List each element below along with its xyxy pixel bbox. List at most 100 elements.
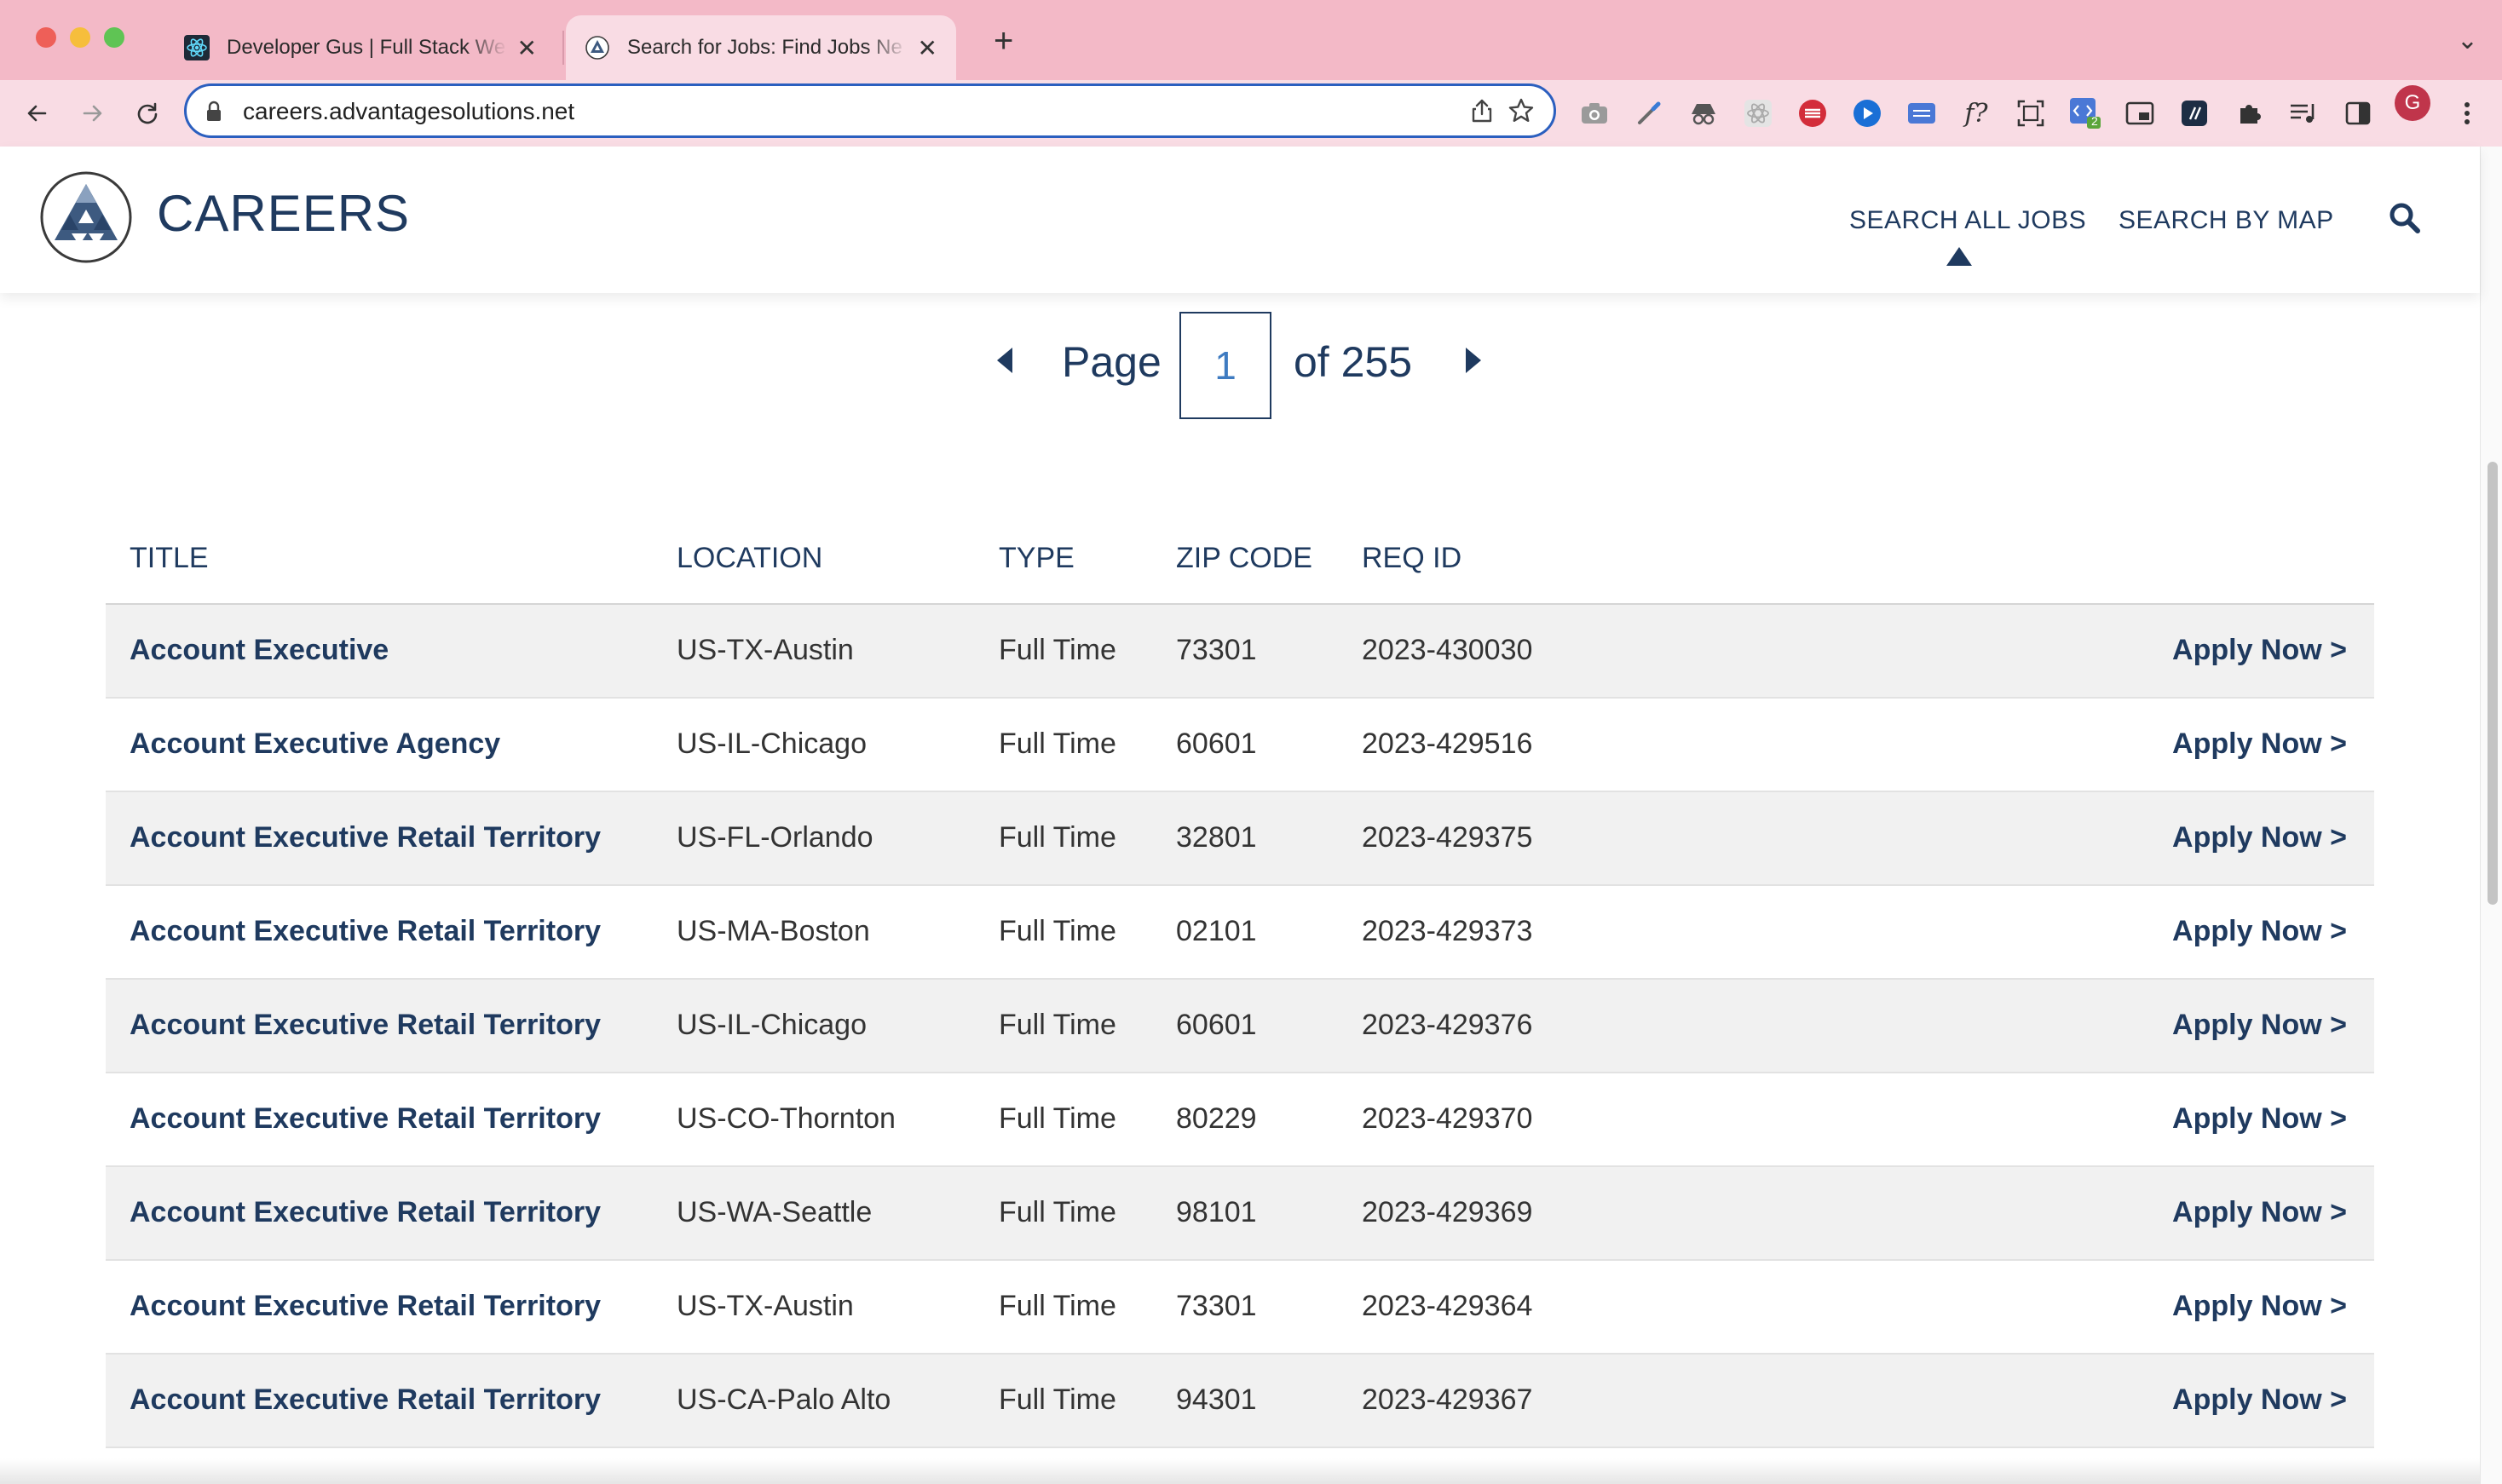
zoom-window-button[interactable] <box>104 27 124 48</box>
search-icon[interactable] <box>2388 201 2422 239</box>
extensions-puzzle-icon[interactable] <box>2231 95 2267 131</box>
column-header-type[interactable]: TYPE <box>999 542 1075 575</box>
picture-in-picture-extension-icon[interactable] <box>2122 95 2158 131</box>
back-arrow-icon <box>27 105 47 122</box>
column-header-location[interactable]: LOCATION <box>677 542 822 575</box>
job-zip: 94301 <box>1176 1383 1257 1416</box>
tab-separator <box>562 31 564 65</box>
job-location: US-TX-Austin <box>677 1290 854 1322</box>
camera-extension-icon[interactable] <box>1577 95 1612 131</box>
color-picker-extension-icon[interactable] <box>1631 95 1667 131</box>
job-title-link[interactable]: Account Executive Retail Territory <box>130 821 601 854</box>
screenshot-extension-icon[interactable] <box>2013 95 2049 131</box>
scrollbar-thumb[interactable] <box>2488 462 2498 905</box>
job-req-id: 2023-429369 <box>1362 1196 1533 1228</box>
job-title-link[interactable]: Account Executive Retail Territory <box>130 1383 601 1417</box>
column-header-title[interactable]: TITLE <box>130 542 209 575</box>
browser-tab-active[interactable]: Search for Jobs: Find Jobs Ne ✕ <box>566 15 956 80</box>
nav-search-all-jobs[interactable]: SEARCH ALL JOBS <box>1849 206 2086 235</box>
keyboard-extension-icon[interactable] <box>1904 95 1940 131</box>
apply-now-link[interactable]: Apply Now > <box>2172 1009 2347 1042</box>
previous-page-arrow-icon[interactable] <box>997 348 1012 373</box>
advantage-logo-icon[interactable] <box>39 170 133 268</box>
function-extension-icon[interactable]: f? <box>1958 95 1994 131</box>
job-zip: 73301 <box>1176 1290 1257 1322</box>
back-button[interactable] <box>15 92 58 135</box>
url-text[interactable]: careers.advantagesolutions.net <box>243 98 574 125</box>
job-title-link[interactable]: Account Executive Retail Territory <box>130 915 601 948</box>
job-title-link[interactable]: Account Executive Retail Territory <box>130 1290 601 1323</box>
apply-now-link[interactable]: Apply Now > <box>2172 915 2347 948</box>
browser-menu-icon[interactable] <box>2449 95 2485 131</box>
job-req-id: 2023-429364 <box>1362 1290 1533 1322</box>
apply-now-link[interactable]: Apply Now > <box>2172 1102 2347 1136</box>
bookmark-star-icon[interactable] <box>1508 97 1535 129</box>
forward-button[interactable] <box>72 92 114 135</box>
share-icon[interactable] <box>1470 98 1494 128</box>
job-title-link[interactable]: Account Executive Agency <box>130 728 500 761</box>
job-type: Full Time <box>999 1290 1116 1322</box>
tab-title: Search for Jobs: Find Jobs Ne <box>627 36 902 59</box>
extension-badge: 2 <box>2091 114 2098 128</box>
profile-avatar[interactable]: G <box>2395 85 2430 121</box>
incognito-extension-icon[interactable] <box>1686 95 1721 131</box>
column-header-req-id[interactable]: REQ ID <box>1362 542 1461 575</box>
apply-now-link[interactable]: Apply Now > <box>2172 821 2347 854</box>
job-title-link[interactable]: Account Executive Retail Territory <box>130 1196 601 1229</box>
react-devtools-extension-icon[interactable] <box>1740 95 1776 131</box>
nav-search-by-map[interactable]: SEARCH BY MAP <box>2119 206 2334 235</box>
page-scrollbar[interactable] <box>2480 147 2502 1484</box>
job-title-link[interactable]: Account Executive <box>130 634 389 667</box>
job-type: Full Time <box>999 915 1116 947</box>
job-type: Full Time <box>999 1009 1116 1041</box>
job-location: US-IL-Chicago <box>677 728 867 760</box>
apply-now-link[interactable]: Apply Now > <box>2172 728 2347 761</box>
address-bar[interactable]: careers.advantagesolutions.net <box>184 83 1556 138</box>
code-extension-icon[interactable]: 2 <box>2067 95 2103 131</box>
apply-now-link[interactable]: Apply Now > <box>2172 1290 2347 1323</box>
close-window-button[interactable] <box>36 27 56 48</box>
notes-extension-icon[interactable] <box>2176 95 2212 131</box>
browser-tab[interactable]: Developer Gus | Full Stack We ✕ <box>165 15 556 80</box>
job-title-link[interactable]: Account Executive Retail Territory <box>130 1102 601 1136</box>
job-req-id: 2023-429367 <box>1362 1383 1533 1416</box>
apply-now-link[interactable]: Apply Now > <box>2172 634 2347 667</box>
window-bottom-shadow <box>0 1458 2480 1484</box>
job-type: Full Time <box>999 1196 1116 1228</box>
new-tab-button[interactable]: + <box>994 24 1013 58</box>
tab-title: Developer Gus | Full Stack We <box>227 36 506 59</box>
page-number-input[interactable]: 1 <box>1179 312 1271 419</box>
table-row: Account Executive US-TX-Austin Full Time… <box>106 605 2374 699</box>
forward-arrow-icon <box>83 105 102 122</box>
job-location: US-TX-Austin <box>677 634 854 666</box>
next-page-arrow-icon[interactable] <box>1466 348 1481 373</box>
apply-now-link[interactable]: Apply Now > <box>2172 1196 2347 1229</box>
job-title-link[interactable]: Account Executive Retail Territory <box>130 1009 601 1042</box>
site-brand[interactable]: CAREERS <box>157 184 410 243</box>
close-tab-icon[interactable]: ✕ <box>517 34 537 62</box>
table-row: Account Executive Retail Territory US-CO… <box>106 1073 2374 1167</box>
media-control-icon[interactable] <box>2286 95 2321 131</box>
pagination-label: Page <box>1062 338 1162 386</box>
table-row: Account Executive Retail Territory US-IL… <box>106 980 2374 1073</box>
apply-now-link[interactable]: Apply Now > <box>2172 1383 2347 1417</box>
tab-search-chevron-icon[interactable]: ⌄ <box>2457 26 2478 55</box>
column-header-zip[interactable]: ZIP CODE <box>1176 542 1312 575</box>
lock-icon[interactable] <box>205 101 222 127</box>
lastpass-extension-icon[interactable] <box>1795 95 1830 131</box>
site-header: CAREERS SEARCH ALL JOBS SEARCH BY MAP <box>0 147 2480 293</box>
job-location: US-IL-Chicago <box>677 1009 867 1041</box>
side-panel-icon[interactable] <box>2340 95 2376 131</box>
browser-tab-bar: Developer Gus | Full Stack We ✕ Search f… <box>0 0 2502 80</box>
close-tab-icon[interactable]: ✕ <box>918 34 937 62</box>
reload-button[interactable] <box>126 92 169 135</box>
job-location: US-CA-Palo Alto <box>677 1383 891 1416</box>
minimize-window-button[interactable] <box>70 27 90 48</box>
table-row: Account Executive Retail Territory US-MA… <box>106 886 2374 980</box>
video-extension-icon[interactable] <box>1849 95 1885 131</box>
job-req-id: 2023-429370 <box>1362 1102 1533 1135</box>
jobs-table: TITLE LOCATION TYPE ZIP CODE REQ ID Acco… <box>106 513 2374 1448</box>
job-zip: 02101 <box>1176 915 1257 947</box>
job-type: Full Time <box>999 1102 1116 1135</box>
job-zip: 80229 <box>1176 1102 1257 1135</box>
